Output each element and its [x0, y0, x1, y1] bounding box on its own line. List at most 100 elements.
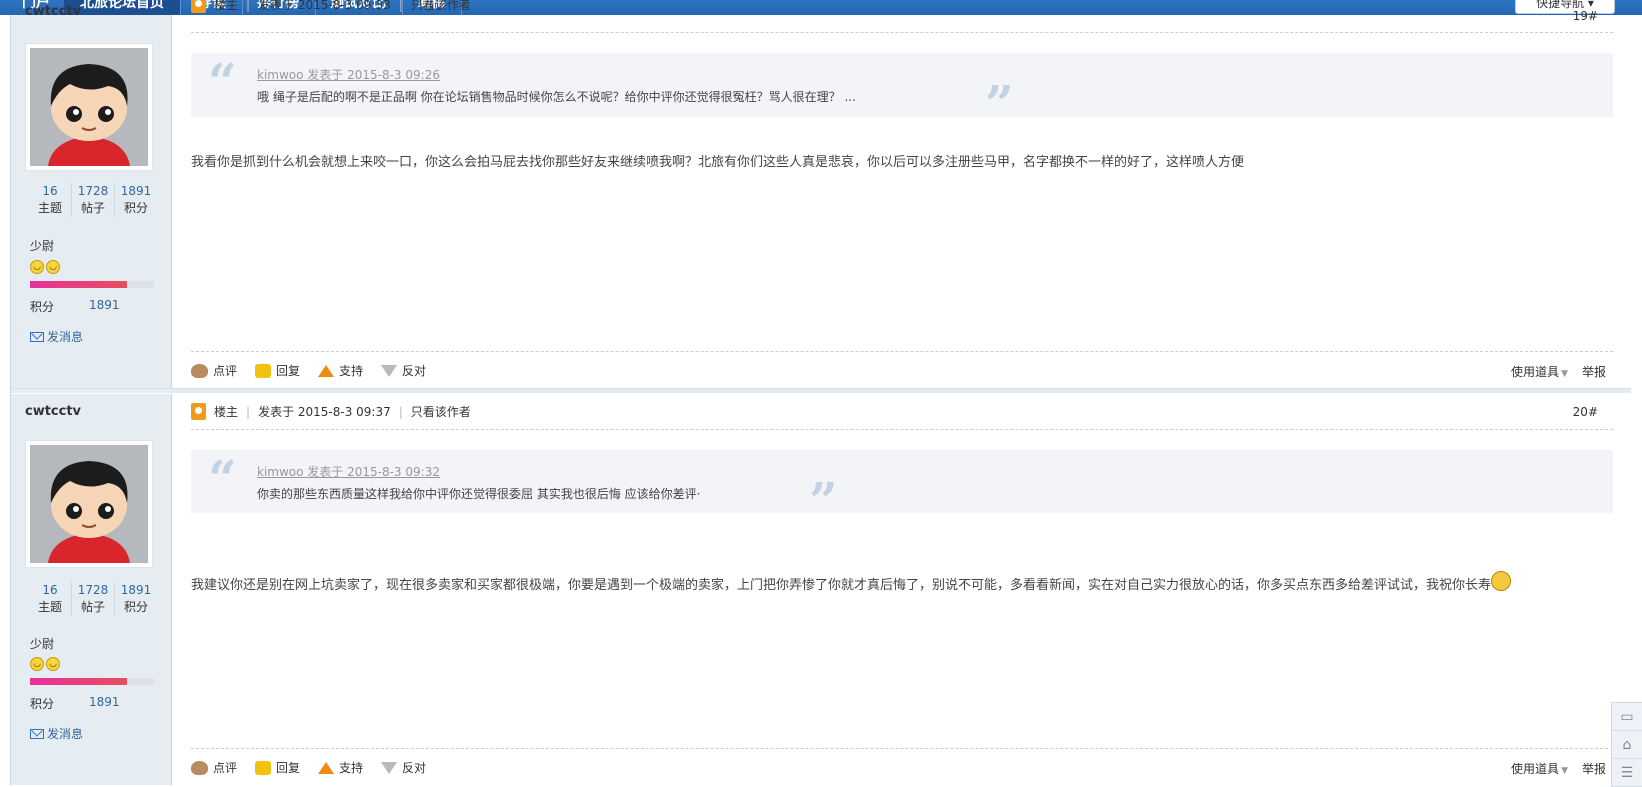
post-message: 我建议你还是别在网上坑卖家了，现在很多卖家和买家都很极端，你要是遇到一个极端的卖…: [191, 571, 1512, 593]
mail-icon: [30, 331, 44, 342]
support-button[interactable]: 支持: [318, 362, 363, 379]
quote-author[interactable]: kimwoo 发表于 2015-8-3 09:32: [257, 463, 440, 480]
quick-nav-button[interactable]: 快捷导航 ▾: [1515, 0, 1615, 14]
use-tools-label: 使用道具: [1511, 365, 1560, 379]
send-message-label: 发消息: [47, 330, 84, 344]
rank-progress-bar: [30, 678, 154, 685]
user-rank: 少尉: [30, 239, 55, 253]
use-tools-menu[interactable]: 使用道具 ▼: [1511, 363, 1568, 380]
rank-icons: ◡ ◡: [30, 657, 60, 672]
comment-button[interactable]: 点评: [191, 759, 237, 776]
stat-posts-label: 帖子: [80, 201, 105, 215]
rank-icons: ◡ ◡: [30, 260, 60, 275]
stat-threads[interactable]: 16 主题: [29, 183, 71, 217]
stat-posts[interactable]: 1728 帖子: [71, 582, 114, 616]
stat-threads[interactable]: 16 主题: [29, 582, 71, 616]
report-link[interactable]: 举报: [1582, 363, 1606, 380]
only-author-link[interactable]: 只看该作者: [411, 403, 471, 420]
send-message-link[interactable]: 发消息: [30, 725, 83, 742]
stat-threads-label: 主题: [37, 201, 62, 215]
floor-icon: [191, 403, 206, 420]
author-name[interactable]: cwtcctv: [25, 404, 81, 419]
author-name[interactable]: cwtcctv: [25, 4, 81, 19]
floor-number[interactable]: 19#: [1573, 9, 1598, 23]
smiley-icon: ◡: [46, 260, 60, 274]
close-quote-icon: ”: [985, 74, 1014, 133]
reply-label: 回复: [276, 364, 301, 378]
comment-icon: [191, 363, 208, 378]
floor-label[interactable]: 楼主: [214, 403, 238, 420]
post-actions: 点评 回复 支持 反对: [191, 362, 426, 379]
stat-credits-label: 积分: [123, 201, 148, 215]
chat-icon[interactable]: ▭: [1612, 703, 1642, 731]
comment-icon: [191, 760, 208, 775]
divider: [191, 32, 1613, 33]
stat-credits-value: 1891: [120, 583, 152, 597]
rank-progress-bar: [30, 281, 154, 288]
smiley-icon: [1491, 571, 1512, 591]
comment-button[interactable]: 点评: [191, 362, 237, 379]
back-to-top-icon[interactable]: ⌂: [1612, 731, 1642, 759]
credit-label: 积分: [30, 697, 55, 711]
divider: |: [246, 0, 251, 12]
close-quote-icon: ”: [809, 471, 838, 530]
stat-credits-label: 积分: [123, 600, 148, 614]
send-message-link[interactable]: 发消息: [30, 328, 83, 345]
quote-block: “ kimwoo 发表于 2015-8-3 09:32 你卖的那些东西质量这样我…: [191, 449, 1613, 526]
support-button[interactable]: 支持: [318, 759, 363, 776]
stat-credits[interactable]: 1891 积分: [114, 183, 157, 217]
reply-label: 回复: [276, 761, 301, 775]
quote-text: 你卖的那些东西质量这样我给你中评你还觉得很委屈 其实我也很后悔 应该给你差评·: [257, 487, 701, 501]
list-icon[interactable]: ☰: [1612, 759, 1642, 787]
post-date: 发表于 2015-8-3 09:33: [258, 0, 391, 12]
post-info: 楼主 | 发表于 2015-8-3 09:33 | 只看该作者: [191, 0, 471, 13]
stat-posts[interactable]: 1728 帖子: [71, 183, 114, 217]
oppose-icon: [381, 761, 398, 774]
comment-label: 点评: [213, 761, 238, 775]
stat-credits[interactable]: 1891 积分: [114, 582, 157, 616]
oppose-button[interactable]: 反对: [381, 759, 426, 776]
post-info: 楼主 | 发表于 2015-8-3 09:37 | 只看该作者: [191, 403, 471, 420]
post-message-text: 我建议你还是别在网上坑卖家了，现在很多卖家和买家都很极端，你要是遇到一个极端的卖…: [191, 578, 1492, 593]
avatar[interactable]: [25, 440, 153, 568]
author-stats: 16 主题 1728 帖子 1891 积分: [29, 183, 157, 217]
avatar[interactable]: [25, 43, 153, 171]
post-separator: [11, 388, 1631, 393]
reply-icon: [255, 363, 272, 378]
quote-block: “ kimwoo 发表于 2015-8-3 09:26 哦 绳子是后配的啊不是正…: [191, 53, 1613, 129]
chevron-down-icon: ▼: [1561, 369, 1568, 379]
use-tools-label: 使用道具: [1511, 762, 1560, 776]
stat-threads-value: 16: [42, 583, 58, 597]
reply-button[interactable]: 回复: [255, 362, 300, 379]
stat-threads-value: 16: [42, 184, 58, 198]
post-tools: 使用道具 ▼ 举报: [1511, 760, 1606, 777]
only-author-link[interactable]: 只看该作者: [411, 0, 471, 13]
use-tools-menu[interactable]: 使用道具 ▼: [1511, 760, 1568, 777]
oppose-button[interactable]: 反对: [381, 362, 426, 379]
support-label: 支持: [339, 761, 364, 775]
nav-item-forum-home[interactable]: 北旅论坛首页: [64, 0, 181, 15]
avatar-image: [30, 445, 148, 563]
send-message-label: 发消息: [47, 727, 84, 741]
divider: [191, 748, 1613, 749]
floor-number[interactable]: 20#: [1573, 405, 1598, 419]
rank-progress-fill: [30, 281, 127, 288]
floor-label[interactable]: 楼主: [214, 0, 238, 13]
open-quote-icon: “: [208, 449, 237, 508]
reply-button[interactable]: 回复: [255, 759, 300, 776]
oppose-label: 反对: [402, 364, 427, 378]
credit-value: 1891: [89, 298, 120, 312]
divider: [191, 351, 1613, 352]
mail-icon: [30, 728, 44, 739]
rank-progress-fill: [30, 678, 127, 685]
support-label: 支持: [339, 364, 364, 378]
smiley-icon: ◡: [30, 260, 44, 274]
oppose-label: 反对: [402, 761, 427, 775]
report-link[interactable]: 举报: [1582, 760, 1606, 777]
quote-author[interactable]: kimwoo 发表于 2015-8-3 09:26: [257, 66, 440, 83]
support-icon: [318, 364, 335, 377]
divider: |: [398, 404, 403, 419]
credit-label: 积分: [30, 300, 55, 314]
stat-credits-value: 1891: [120, 184, 152, 198]
post-actions: 点评 回复 支持 反对: [191, 759, 426, 776]
